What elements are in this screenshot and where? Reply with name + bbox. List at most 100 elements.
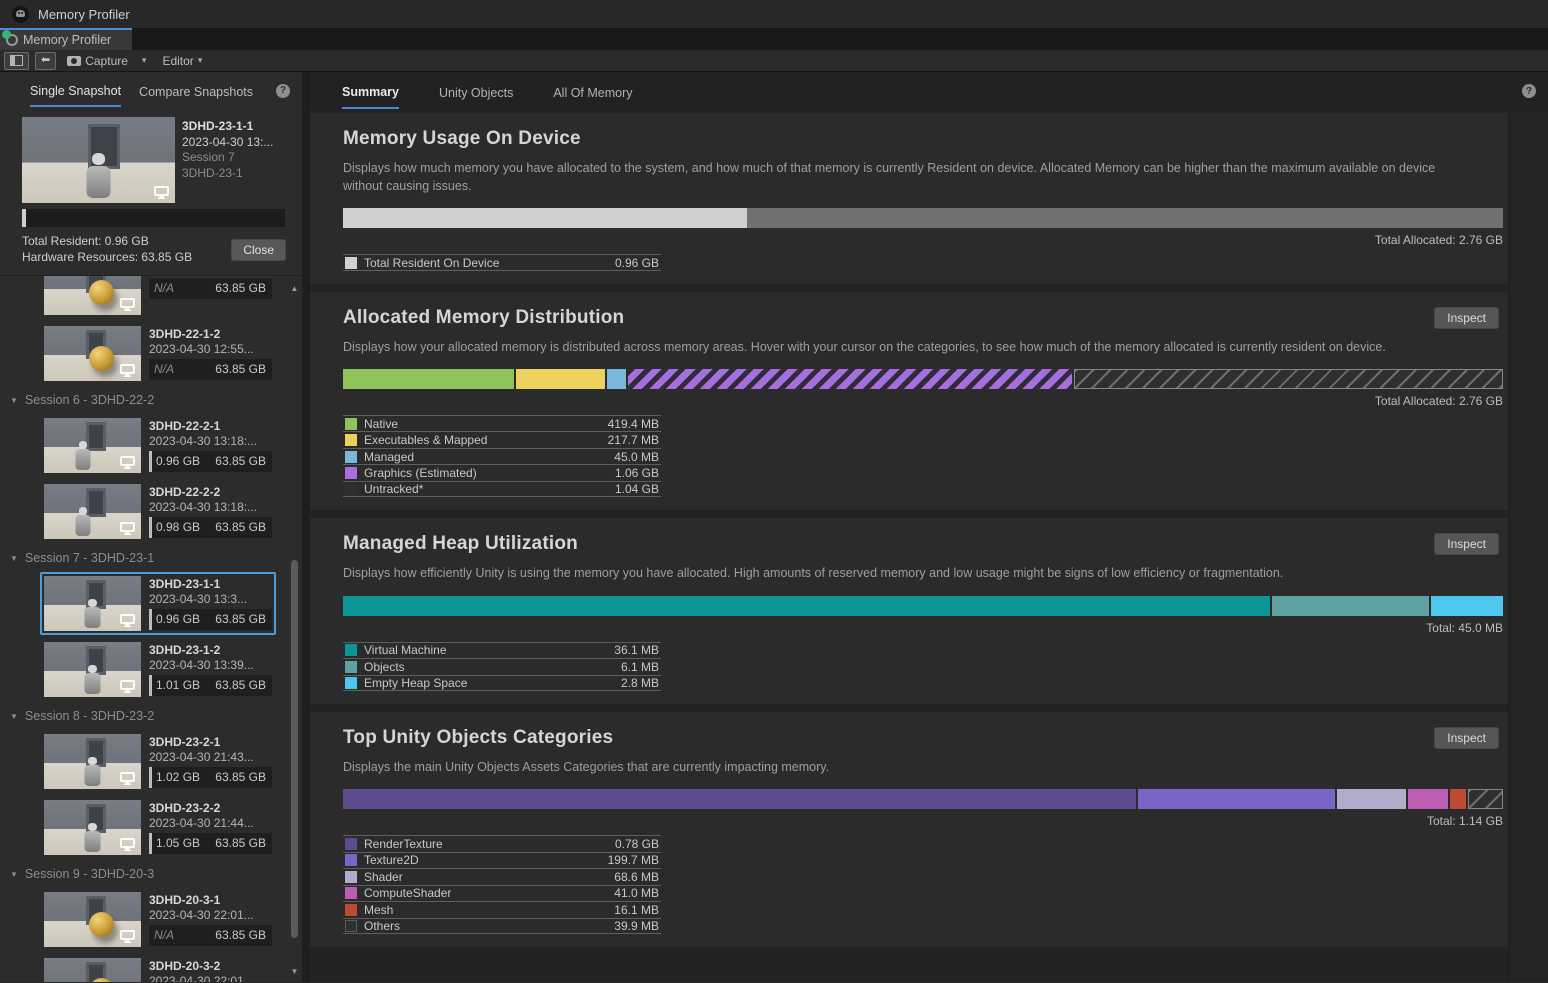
snapshot-date: 2023-04-30 13:18:... bbox=[149, 434, 272, 449]
allocated-distribution-bar bbox=[343, 369, 1503, 389]
tab-summary[interactable]: Summary bbox=[342, 74, 399, 109]
session-group-header[interactable]: ▼ Session 7 - 3DHD-23-1 bbox=[0, 546, 302, 569]
capture-label: Capture bbox=[85, 54, 128, 68]
scroll-down-arrow-icon[interactable]: ▼ bbox=[288, 967, 301, 976]
snapshot-list-item[interactable]: 3DHD-20-3-1 2023-04-30 22:01... N/A 63.8… bbox=[40, 888, 276, 951]
snapshot-list-item[interactable]: 3DHD-23-1-2 2023-04-30 13:39... 1.01 GB … bbox=[40, 638, 276, 701]
close-snapshot-button[interactable]: Close bbox=[231, 239, 286, 261]
collapse-arrow-icon: ▼ bbox=[10, 870, 18, 879]
scrollbar-thumb[interactable] bbox=[291, 560, 298, 938]
snapshot-stats: 0.96 GB 63.85 GB bbox=[149, 451, 272, 472]
tab-unity-objects[interactable]: Unity Objects bbox=[439, 75, 513, 108]
managed-segment bbox=[607, 369, 626, 389]
panel-layout-icon bbox=[10, 55, 23, 66]
platform-monitor-icon bbox=[120, 456, 135, 466]
platform-monitor-icon bbox=[120, 930, 135, 940]
import-arrow-icon: ⬅ bbox=[41, 55, 50, 66]
hardware-resources-label: Hardware Resources: 63.85 GB bbox=[22, 250, 192, 266]
platform-monitor-icon bbox=[120, 614, 135, 624]
snapshot-thumbnail bbox=[44, 800, 141, 855]
legend-swatch bbox=[345, 871, 357, 883]
snapshot-list-item[interactable]: 3DHD-22-1-2 2023-04-30 12:55... N/A 63.8… bbox=[40, 322, 276, 385]
snapshot-name: 3DHD-23-1-1 bbox=[182, 119, 273, 135]
snapshot-name: 3DHD-23-1-1 bbox=[149, 577, 272, 592]
snapshot-stats: 1.05 GB 63.85 GB bbox=[149, 833, 272, 854]
legend-swatch bbox=[345, 904, 357, 916]
texture2d-segment bbox=[1138, 789, 1336, 809]
scroll-up-arrow-icon[interactable]: ▲ bbox=[288, 284, 301, 293]
snapshot-stats: 1.01 GB 63.85 GB bbox=[149, 675, 272, 696]
snapshot-name: 3DHD-22-1-2 bbox=[149, 327, 272, 342]
shader-segment bbox=[1337, 789, 1405, 809]
snapshot-stats: N/A 63.85 GB bbox=[149, 359, 272, 380]
virtual-machine-segment bbox=[343, 596, 1270, 616]
platform-monitor-icon bbox=[120, 680, 135, 690]
section-description: Displays how much memory you have alloca… bbox=[343, 159, 1503, 195]
toggle-sidebar-button[interactable] bbox=[4, 52, 29, 70]
capture-button[interactable]: Capture ▾ bbox=[62, 52, 151, 70]
dock-tabstrip: Memory Profiler bbox=[0, 28, 1548, 50]
tab-memory-profiler[interactable]: Memory Profiler bbox=[0, 28, 132, 50]
section-description: Displays how efficiently Unity is using … bbox=[343, 564, 1503, 582]
platform-monitor-icon bbox=[120, 838, 135, 848]
section-managed-heap: Managed Heap Utilization Inspect Display… bbox=[310, 518, 1508, 704]
editor-label: Editor bbox=[162, 54, 193, 68]
snapshot-thumbnail bbox=[44, 892, 141, 947]
session-group-header[interactable]: ▼ Session 9 - 3DHD-20-3 bbox=[0, 862, 302, 885]
snapshot-thumbnail bbox=[44, 484, 141, 539]
list-scrollbar[interactable]: ▲ ▼ bbox=[288, 280, 301, 980]
open-snapshot-card: 3DHD-23-1-1 2023-04-30 13:... Session 7 … bbox=[0, 109, 302, 276]
legend-swatch bbox=[345, 483, 357, 495]
snapshot-name: 3DHD-23-1-2 bbox=[149, 643, 272, 658]
allocated-segment bbox=[747, 208, 1503, 228]
snapshot-list-item[interactable]: 3DHD-22-2-1 2023-04-30 13:18:... 0.96 GB… bbox=[40, 414, 276, 477]
main-scrollbar-gutter[interactable] bbox=[1508, 110, 1548, 982]
snapshot-date: 2023-04-30 13:... bbox=[182, 135, 273, 151]
inspect-button[interactable]: Inspect bbox=[1434, 727, 1499, 749]
snapshot-thumbnail bbox=[44, 958, 141, 982]
toolbar: ⬅ Capture ▾ Editor ▾ bbox=[0, 50, 1548, 72]
legend-swatch bbox=[345, 418, 357, 430]
snapshot-thumbnail bbox=[22, 117, 175, 203]
snapshot-date: 2023-04-30 22:01... bbox=[149, 974, 272, 982]
import-snapshot-button[interactable]: ⬅ bbox=[35, 52, 56, 70]
snapshot-thumbnail bbox=[44, 326, 141, 381]
snapshot-list-item[interactable]: 3DHD-22-2-2 2023-04-30 13:18:... 0.98 GB… bbox=[40, 480, 276, 543]
section-description: Displays how your allocated memory is di… bbox=[343, 338, 1503, 356]
snapshot-thumbnail bbox=[44, 418, 141, 473]
managed-heap-bar bbox=[343, 596, 1503, 616]
window-titlebar: Memory Profiler bbox=[0, 0, 1548, 28]
snapshot-list-item[interactable]: 3DHD-23-2-1 2023-04-30 21:43... 1.02 GB … bbox=[40, 730, 276, 793]
tab-single-snapshot[interactable]: Single Snapshot bbox=[30, 75, 121, 107]
profiler-gear-icon bbox=[6, 34, 18, 46]
inspect-button[interactable]: Inspect bbox=[1434, 307, 1499, 329]
legend-swatch bbox=[345, 644, 357, 656]
doc-tab-label: Memory Profiler bbox=[23, 33, 111, 47]
tab-compare-snapshots[interactable]: Compare Snapshots bbox=[139, 76, 253, 106]
snapshot-list-item[interactable]: 3DHD-20-3-2 2023-04-30 22:01... N/A 63.8… bbox=[40, 954, 276, 982]
top-unity-objects-bar bbox=[343, 789, 1503, 809]
section-title: Top Unity Objects Categories bbox=[343, 727, 613, 749]
capture-dropdown-caret[interactable]: ▾ bbox=[142, 55, 147, 66]
session-group-header[interactable]: ▼ Session 6 - 3DHD-22-2 bbox=[0, 388, 302, 411]
snapshot-list: 2023-04-30 12:54... N/A 63.85 GB 3DHD-22… bbox=[0, 276, 302, 982]
sidebar-help-icon[interactable]: ? bbox=[276, 84, 290, 98]
snapshot-list-item[interactable]: 3DHD-23-2-2 2023-04-30 21:44... 1.05 GB … bbox=[40, 796, 276, 859]
main-help-icon[interactable]: ? bbox=[1522, 84, 1536, 98]
session-group-header[interactable]: ▼ Session 8 - 3DHD-23-2 bbox=[0, 704, 302, 727]
computeshader-segment bbox=[1408, 789, 1448, 809]
snapshot-thumbnail bbox=[44, 642, 141, 697]
resident-segment bbox=[343, 208, 747, 228]
snapshot-list-item-selected[interactable]: 3DHD-23-1-1 2023-04-30 13:3... 0.96 GB 6… bbox=[40, 572, 276, 635]
snapshot-list-item[interactable]: 2023-04-30 12:54... N/A 63.85 GB bbox=[40, 276, 276, 319]
section-memory-usage: Memory Usage On Device Displays how much… bbox=[310, 113, 1508, 284]
allocated-legend: Native419.4 MB Executables & Mapped217.7… bbox=[343, 415, 661, 498]
objects-segment bbox=[1272, 596, 1429, 616]
editor-dropdown[interactable]: Editor ▾ bbox=[157, 52, 207, 70]
untracked-segment bbox=[1074, 369, 1503, 389]
inspect-button[interactable]: Inspect bbox=[1434, 533, 1499, 555]
tab-all-of-memory[interactable]: All Of Memory bbox=[553, 75, 632, 108]
total-label: Total: 1.14 GB bbox=[343, 814, 1503, 828]
platform-monitor-icon bbox=[154, 186, 169, 196]
snapshot-name: 3DHD-20-3-1 bbox=[149, 893, 272, 908]
